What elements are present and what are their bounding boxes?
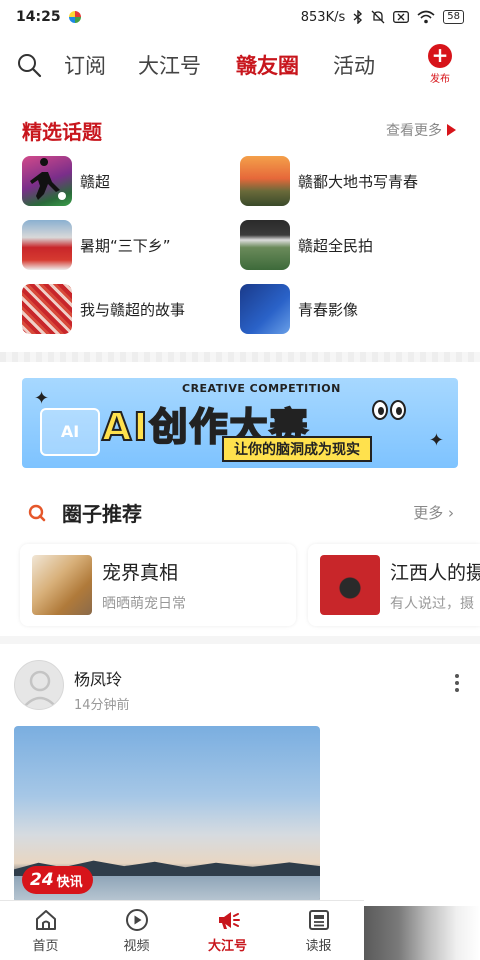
topic-label: 我与赣超的故事 xyxy=(80,300,186,319)
see-more-label: 查看更多 xyxy=(386,123,442,139)
bottom-nav-newspaper[interactable]: 读报 xyxy=(273,901,364,960)
cartoon-eyes-icon xyxy=(372,400,406,420)
bottom-nav-dajianghao[interactable]: 大江号 xyxy=(182,901,273,960)
bottom-nav-label: 大江号 xyxy=(207,939,247,954)
soccer-player-thumb xyxy=(22,156,72,206)
search-icon[interactable] xyxy=(16,52,42,78)
home-icon xyxy=(35,910,56,930)
sparkle-icon: ✦ xyxy=(428,430,444,451)
news-flash-text: 快讯 xyxy=(56,874,83,890)
circle-more-button[interactable]: 更多 › xyxy=(413,502,454,523)
banner-competition-label: CREATIVE COMPETITION xyxy=(182,382,341,395)
camera-thumb xyxy=(320,555,380,615)
bottom-nav-label: 读报 xyxy=(305,939,332,954)
status-time: 14:25 xyxy=(16,9,61,25)
publish-button[interactable]: + 发布 xyxy=(420,44,460,85)
app-notification-icon xyxy=(68,11,81,23)
volunteers-group-thumb xyxy=(22,220,72,270)
topic-label: 青春影像 xyxy=(298,300,359,319)
topic-item[interactable]: 赣超 xyxy=(22,156,110,206)
status-right-group: 853K/s 58 xyxy=(301,10,464,25)
fans-crowd-thumb xyxy=(22,284,72,334)
post-time: 14分钟前 xyxy=(74,698,130,713)
circle-card[interactable]: 宠界真相 晒晒萌宠日常 xyxy=(20,544,296,626)
topic-item[interactable]: 我与赣超的故事 xyxy=(22,284,185,334)
play-triangle-icon xyxy=(447,124,456,136)
section-gap xyxy=(0,636,480,644)
topic-item[interactable]: 暑期“三下乡” xyxy=(22,220,171,270)
circle-desc: 有人说过，摄 xyxy=(390,595,474,612)
bottom-nav-video[interactable]: 视频 xyxy=(91,901,182,960)
mute-icon xyxy=(371,10,385,24)
topic-label: 赣鄱大地书写青春 xyxy=(298,172,419,191)
publish-label: 发布 xyxy=(430,74,450,85)
topic-item[interactable]: 赣鄱大地书写青春 xyxy=(240,156,418,206)
bottom-nav-label: 视频 xyxy=(123,939,150,954)
youth-image-poster-thumb xyxy=(240,284,290,334)
more-vertical-icon[interactable] xyxy=(454,674,460,692)
sim-off-icon xyxy=(393,11,410,23)
news-flash-number: 24 xyxy=(30,870,54,890)
circle-more-label: 更多 xyxy=(413,504,444,522)
post-author[interactable]: 杨凤玲 xyxy=(74,666,122,690)
megaphone-icon xyxy=(218,912,240,929)
tab-activity[interactable]: 活动 xyxy=(333,50,375,80)
bottom-nav: 首页 视频 大江号 读报 xyxy=(0,900,364,960)
circle-card[interactable]: 江西人的摄 有人说过，摄 xyxy=(308,544,480,626)
circle-search-icon xyxy=(28,504,46,522)
circle-name: 江西人的摄 xyxy=(390,561,480,584)
chevron-right-icon: › xyxy=(448,504,454,522)
bluetooth-icon xyxy=(353,10,363,24)
top-nav: 订阅 大江号 赣友圈 活动 + 发布 xyxy=(0,42,480,88)
bottom-nav-label: 首页 xyxy=(32,939,59,954)
banner-subtitle: 让你的脑洞成为现实 xyxy=(222,436,372,462)
play-icon xyxy=(125,909,148,931)
plus-icon: + xyxy=(428,44,452,68)
circle-desc: 晒晒萌宠日常 xyxy=(102,595,186,612)
tab-ganyouquan[interactable]: 赣友圈 xyxy=(236,50,299,80)
see-more-topics-button[interactable]: 查看更多 xyxy=(386,120,456,140)
topic-label: 暑期“三下乡” xyxy=(80,236,171,255)
circle-recommend-title: 圈子推荐 xyxy=(62,502,142,526)
circle-name: 宠界真相 xyxy=(102,561,179,584)
topic-label: 赣超 xyxy=(80,172,111,191)
news-flash-badge[interactable]: 24 快讯 xyxy=(22,866,93,894)
topic-item[interactable]: 赣超全民拍 xyxy=(240,220,373,270)
bottom-nav-home[interactable]: 首页 xyxy=(0,901,91,960)
tab-dajianghao[interactable]: 大江号 xyxy=(138,50,201,80)
sunset-landscape-thumb xyxy=(240,156,290,206)
stadium-crowd-thumb xyxy=(240,220,290,270)
battery-indicator: 58 xyxy=(443,10,464,24)
topic-label: 赣超全民拍 xyxy=(298,236,374,255)
ai-screen-icon: AI xyxy=(40,408,100,456)
sparkle-icon: ✦ xyxy=(34,388,50,409)
newspaper-icon xyxy=(308,910,329,930)
tab-subscribe[interactable]: 订阅 xyxy=(64,50,106,80)
network-speed: 853K/s xyxy=(300,9,346,25)
status-bar: 14:25 853K/s 58 xyxy=(0,0,480,34)
floating-video-overlay xyxy=(364,906,480,960)
topic-item[interactable]: 青春影像 xyxy=(240,284,358,334)
pets-thumb xyxy=(32,555,92,615)
section-divider xyxy=(0,352,480,362)
wifi-icon xyxy=(417,10,435,24)
ai-competition-banner[interactable]: AI CREATIVE COMPETITION AI创作大赛 让你的脑洞成为现实… xyxy=(22,378,458,468)
avatar[interactable] xyxy=(14,660,64,710)
featured-topics-title: 精选话题 xyxy=(22,120,102,144)
